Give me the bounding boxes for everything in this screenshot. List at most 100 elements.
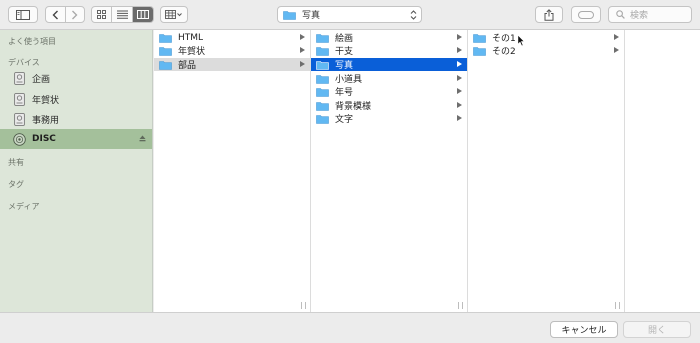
item-label: 小道具 bbox=[335, 75, 363, 85]
list-view-icon bbox=[116, 10, 128, 19]
sidebar-item-label: 企画 bbox=[32, 74, 51, 85]
disclosure-arrow-icon bbox=[457, 34, 462, 40]
item-label: 絵画 bbox=[335, 34, 354, 44]
open-button[interactable]: 開く bbox=[623, 321, 691, 338]
cancel-button[interactable]: キャンセル bbox=[550, 321, 618, 338]
disclosure-arrow-icon bbox=[614, 34, 619, 40]
sidebar-header-shared: 共有 bbox=[8, 158, 24, 167]
list-item[interactable]: その1 bbox=[468, 31, 624, 44]
disclosure-arrow-icon bbox=[457, 61, 462, 67]
sidebar-toggle-button[interactable] bbox=[8, 6, 38, 23]
sidebar-header-favorites: よく使う項目 bbox=[8, 37, 56, 46]
item-label: 部品 bbox=[178, 61, 197, 71]
chevron-left-icon bbox=[52, 10, 58, 19]
up-down-chevron-icon bbox=[410, 10, 417, 20]
disk-icon bbox=[13, 71, 26, 85]
browser-column-2: 絵画 干支 写真 小道具 年号 背景模様 文字 bbox=[311, 30, 468, 312]
column-resize-handle[interactable] bbox=[458, 302, 463, 309]
folder-icon bbox=[316, 33, 329, 43]
folder-icon bbox=[316, 87, 329, 97]
folder-icon bbox=[159, 60, 172, 70]
sidebar-item-jimuyo[interactable]: 事務用 bbox=[0, 109, 152, 129]
search-icon bbox=[616, 10, 625, 19]
back-button[interactable] bbox=[46, 7, 66, 22]
optical-disc-icon bbox=[13, 132, 26, 146]
disclosure-arrow-icon bbox=[457, 102, 462, 108]
sidebar: よく使う項目 デバイス 企画 年賀状 事務用 DISC 共有 タグ メディア bbox=[0, 30, 153, 312]
list-item[interactable]: 小道具 bbox=[311, 72, 467, 85]
disk-icon bbox=[13, 92, 26, 106]
column-resize-handle[interactable] bbox=[301, 302, 306, 309]
sidebar-header-media: メディア bbox=[8, 202, 40, 211]
item-label: その2 bbox=[492, 47, 516, 57]
folder-icon bbox=[159, 46, 172, 56]
back-forward-control bbox=[45, 6, 85, 23]
disclosure-arrow-icon bbox=[457, 115, 462, 121]
disclosure-arrow-icon bbox=[457, 75, 462, 81]
column-view-icon bbox=[136, 10, 149, 19]
sidebar-icon bbox=[16, 9, 30, 20]
mouse-pointer-icon bbox=[517, 34, 526, 47]
sidebar-item-kikaku[interactable]: 企画 bbox=[0, 68, 152, 88]
share-icon bbox=[544, 8, 554, 21]
browser-column-4 bbox=[625, 30, 700, 312]
disclosure-arrow-icon bbox=[300, 34, 305, 40]
sidebar-item-label: 年賀状 bbox=[32, 95, 60, 106]
item-label: 文字 bbox=[335, 115, 354, 125]
share-button[interactable] bbox=[535, 6, 563, 23]
search-placeholder: 検索 bbox=[630, 11, 649, 21]
item-label: 年賀状 bbox=[178, 47, 206, 57]
list-item[interactable]: 年賀状 bbox=[154, 44, 310, 57]
folder-icon bbox=[316, 60, 329, 70]
list-item[interactable]: 部品 bbox=[154, 58, 310, 71]
sidebar-header-devices: デバイス bbox=[8, 58, 40, 67]
sidebar-item-label: DISC bbox=[32, 134, 56, 144]
disclosure-arrow-icon bbox=[457, 88, 462, 94]
tag-icon bbox=[578, 10, 594, 19]
list-item[interactable]: 絵画 bbox=[311, 31, 467, 44]
folder-icon bbox=[473, 46, 486, 56]
path-popup[interactable]: 写真 bbox=[277, 6, 422, 23]
arrange-grid-icon bbox=[165, 10, 182, 19]
tag-button[interactable] bbox=[571, 6, 601, 23]
browser-column-3: その1 その2 bbox=[468, 30, 625, 312]
column-resize-handle[interactable] bbox=[615, 302, 620, 309]
sidebar-item-label: 事務用 bbox=[32, 115, 60, 126]
folder-icon bbox=[473, 33, 486, 43]
icon-view-icon bbox=[97, 10, 107, 19]
disclosure-arrow-icon bbox=[300, 47, 305, 53]
sidebar-item-disc[interactable]: DISC bbox=[0, 129, 152, 149]
folder-icon bbox=[316, 114, 329, 124]
folder-icon bbox=[159, 33, 172, 43]
view-mode-control bbox=[91, 6, 154, 23]
list-item[interactable]: 年号 bbox=[311, 85, 467, 98]
item-label: 年号 bbox=[335, 88, 354, 98]
icon-view-button[interactable] bbox=[92, 7, 113, 22]
list-item[interactable]: 背景模様 bbox=[311, 99, 467, 112]
search-field[interactable]: 検索 bbox=[608, 6, 692, 23]
arrange-menu-button[interactable] bbox=[160, 6, 188, 23]
disclosure-arrow-icon bbox=[457, 47, 462, 53]
item-label: 背景模様 bbox=[335, 102, 372, 112]
forward-button[interactable] bbox=[66, 7, 85, 22]
list-item[interactable]: 文字 bbox=[311, 112, 467, 125]
folder-icon bbox=[283, 10, 296, 20]
item-label: 写真 bbox=[335, 61, 354, 71]
list-item[interactable]: 干支 bbox=[311, 44, 467, 57]
folder-icon bbox=[316, 46, 329, 56]
toolbar: 写真 検索 bbox=[0, 0, 700, 30]
eject-icon[interactable] bbox=[139, 135, 146, 142]
disk-icon bbox=[13, 112, 26, 126]
sidebar-item-nengajo[interactable]: 年賀状 bbox=[0, 89, 152, 109]
sidebar-header-tags: タグ bbox=[8, 180, 24, 189]
browser-column-1: HTML 年賀状 部品 bbox=[154, 30, 311, 312]
list-item[interactable]: HTML bbox=[154, 31, 310, 44]
folder-icon bbox=[316, 74, 329, 84]
item-label: 干支 bbox=[335, 47, 354, 57]
column-view-button[interactable] bbox=[132, 7, 153, 22]
list-item[interactable]: 写真 bbox=[311, 58, 467, 71]
list-item[interactable]: その2 bbox=[468, 44, 624, 57]
disclosure-arrow-icon bbox=[614, 47, 619, 53]
list-view-button[interactable] bbox=[112, 7, 133, 22]
item-label: HTML bbox=[178, 32, 204, 43]
